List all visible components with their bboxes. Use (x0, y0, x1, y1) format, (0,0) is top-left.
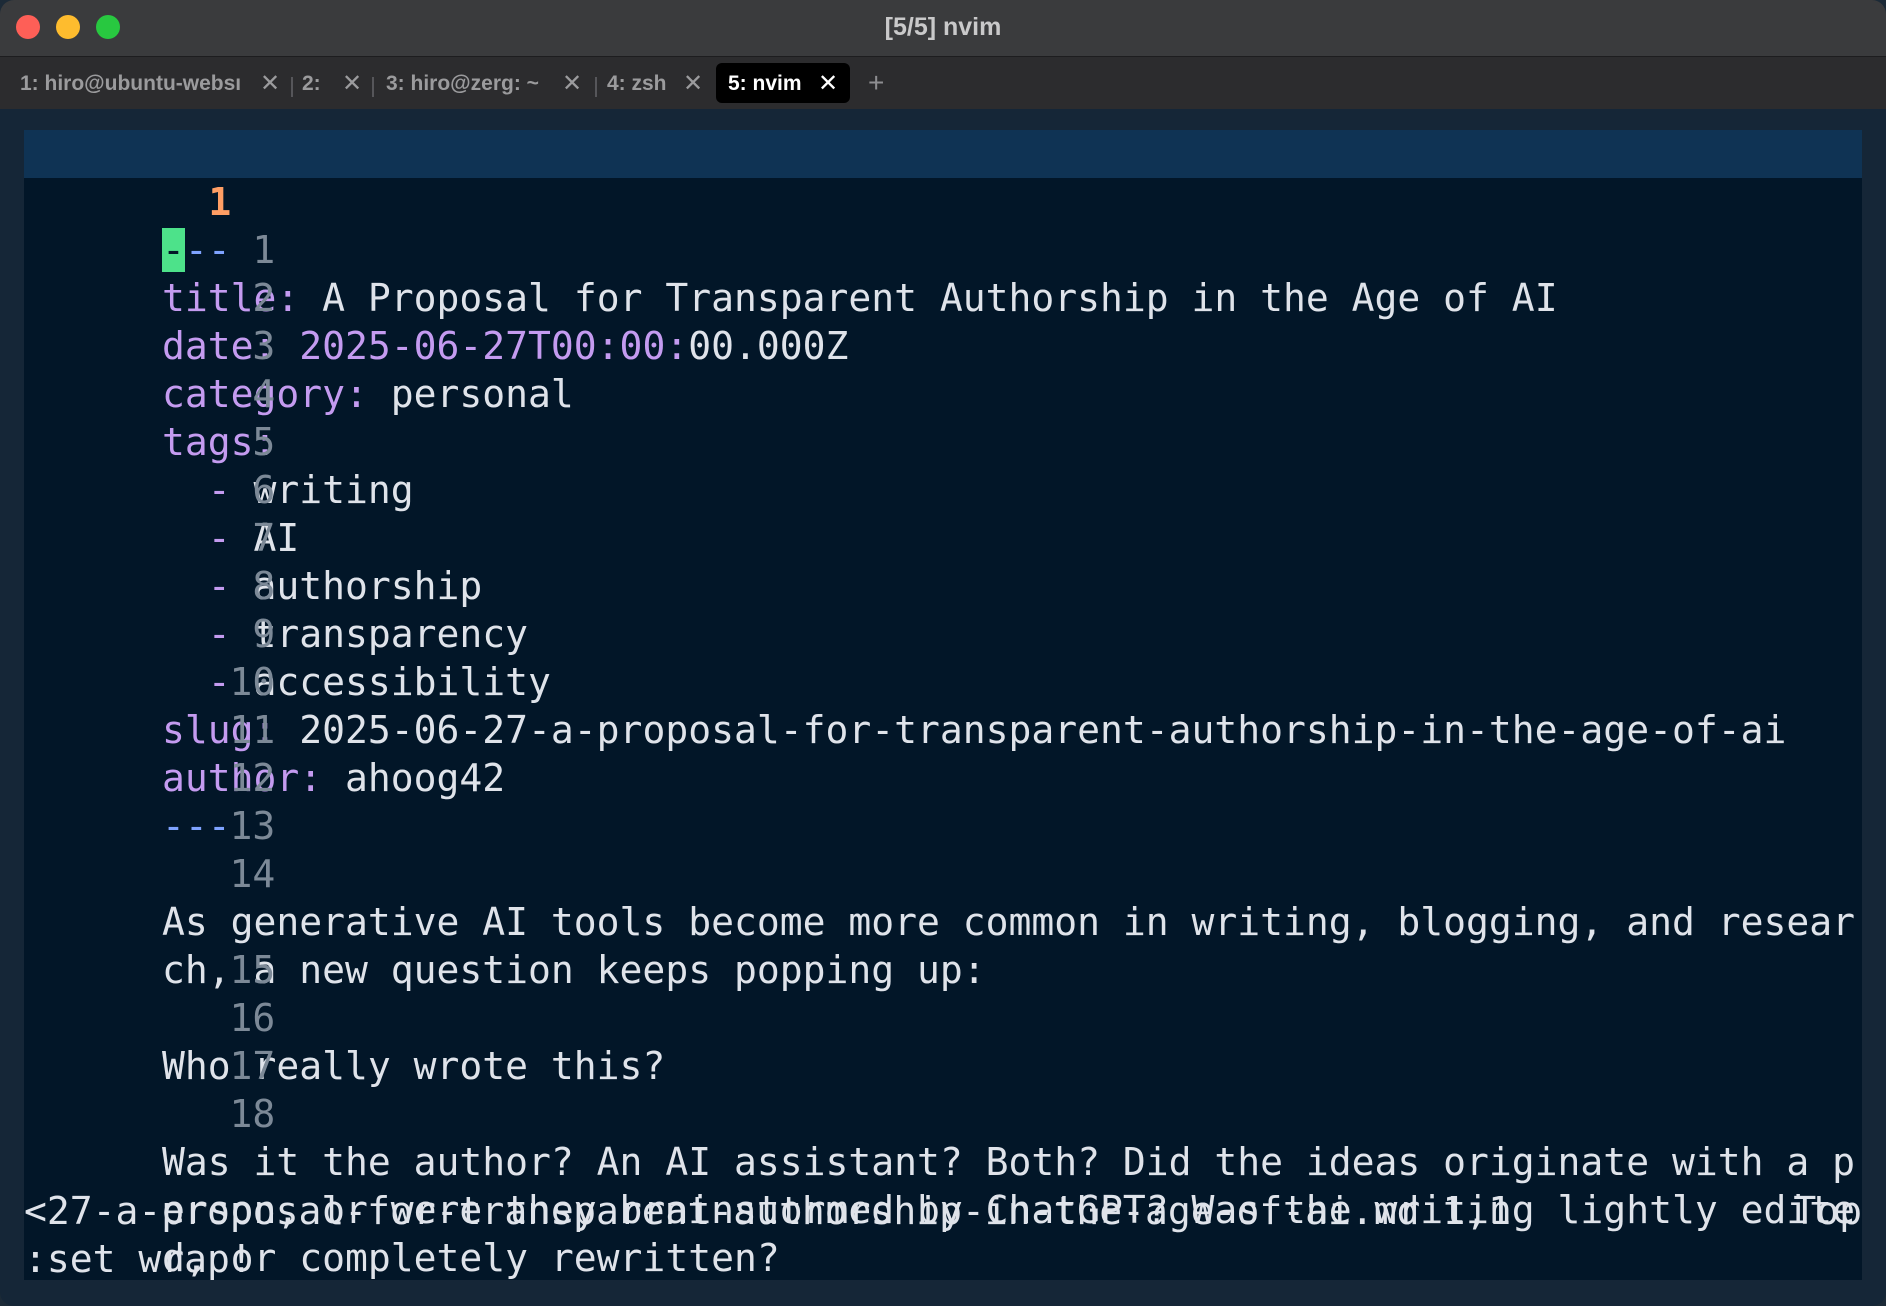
tab-5-active[interactable]: 5: nvim ✕ (716, 63, 850, 103)
tab-2[interactable]: 2: ✕ (302, 63, 362, 103)
new-tab-button[interactable]: + (868, 67, 884, 99)
line-number: 12 (229, 756, 276, 800)
editor-line: 12 --- (24, 706, 275, 848)
editor-line: 14 As generative AI tools become more co… (24, 802, 1855, 944)
tab-close-icon[interactable]: ✕ (260, 69, 280, 98)
editor-line: 8 - transparency (24, 514, 528, 656)
editor-line: 7 - authorship (24, 466, 483, 608)
editor-line-current: 1 --- (24, 130, 231, 272)
nvim-editor[interactable]: 1 --- 1 title: A Proposal for Transparen… (24, 130, 1862, 1280)
line-number: 5 (252, 420, 276, 464)
tab-close-icon[interactable]: ✕ (683, 69, 703, 98)
tab-label: 3: hiro@zerg: ~ (386, 72, 539, 95)
command-line[interactable]: :set wrap! (24, 1235, 253, 1280)
tab-3[interactable]: 3: hiro@zerg: ~ ✕ (386, 63, 586, 103)
tab-close-icon[interactable]: ✕ (562, 69, 582, 98)
line-number: 7 (252, 516, 276, 560)
line-number: 11 (229, 708, 276, 752)
line-number: 2 (252, 276, 276, 320)
editor-line: 9 - accessibility (24, 562, 551, 704)
tab-separator (291, 77, 293, 97)
line-number: 8 (252, 564, 276, 608)
editor-line-wrap: erson, or were they brainstormed by Chat… (24, 1090, 1855, 1232)
editor-line: 10 slug: 2025-06-27-a-proposal-for-trans… (24, 610, 1786, 752)
line-number: 13 (229, 804, 276, 848)
editor-line: 4 tags: (24, 322, 276, 464)
line-number: 1 (208, 180, 232, 224)
tab-label: 1: hiro@ubuntu-websı (20, 72, 242, 95)
line-number: 18 (229, 1092, 276, 1136)
tab-bar: 1: hiro@ubuntu-websı ✕ 2: ✕ 3: hiro@zerg… (0, 57, 1886, 109)
line-number: 14 (229, 852, 276, 896)
line-text: d, or completely rewritten? (162, 1236, 780, 1280)
line-number: 4 (252, 372, 276, 416)
line-number: 3 (252, 324, 276, 368)
window-title: [5/5] nvim (884, 13, 1002, 41)
tab-1[interactable]: 1: hiro@ubuntu-websı ✕ (20, 63, 282, 103)
editor-line: 3 category: personal (24, 274, 574, 416)
tab-4[interactable]: 4: zsh ✕ (607, 63, 707, 103)
status-scroll: Top (1793, 1189, 1862, 1233)
editor-line: 2 date: 2025-06-27T00:00:00.000Z (24, 226, 848, 368)
tab-label: 2: (302, 72, 321, 95)
line-number: 6 (252, 468, 276, 512)
tab-close-icon[interactable]: ✕ (818, 69, 838, 98)
line-number: 15 (229, 948, 276, 992)
editor-line: 17 (24, 994, 276, 1088)
line-number: 9 (252, 612, 276, 656)
editor-line: 5 - writing (24, 370, 414, 512)
editor-line: 15 (24, 898, 276, 992)
line-text: Was it the author? An AI assistant? Both… (162, 1140, 1855, 1184)
editor-line-wrap: ch, a new question keeps popping up: (24, 850, 986, 992)
editor-line-wrap: d, or completely rewritten? (24, 1138, 780, 1280)
tab-label: 4: zsh (607, 72, 667, 95)
line-number: 1 (252, 228, 276, 272)
title-bar: [5/5] nvim (0, 0, 1886, 57)
editor-line: 1 title: A Proposal for Transparent Auth… (24, 178, 1558, 320)
tab-separator (372, 77, 374, 97)
editor-line: 6 - AI (24, 418, 300, 560)
editor-line: 13 (24, 754, 276, 848)
editor-line: 18 Was it the author? An AI assistant? B… (24, 1042, 1855, 1184)
status-position: 1,1 (1442, 1189, 1512, 1233)
tab-separator (595, 77, 597, 97)
tab-label: 5: nvim (728, 72, 802, 95)
line-text: As generative AI tools become more commo… (162, 900, 1855, 944)
tab-close-icon[interactable]: ✕ (342, 69, 362, 98)
status-filename: <27-a-proposal-for-transparent-authorshi… (24, 1189, 1420, 1233)
line-text: ch, a new question keeps popping up: (162, 948, 986, 992)
terminal-window: [5/5] nvim 1: hiro@ubuntu-websı ✕ 2: ✕ 3… (0, 0, 1886, 1306)
editor-line: 11 author: ahoog42 (24, 658, 505, 800)
status-line: <27-a-proposal-for-transparent-authorshi… (24, 1187, 1862, 1235)
line-number: 10 (229, 660, 276, 704)
line-text: title: A Proposal for Transparent Author… (162, 276, 1558, 320)
line-number: 16 (229, 996, 276, 1040)
editor-line: 16 Who really wrote this? (24, 946, 665, 1088)
cursor-line-highlight (24, 130, 1862, 178)
line-text: slug: 2025-06-27-a-proposal-for-transpar… (162, 708, 1787, 752)
line-number: 17 (229, 1044, 276, 1088)
